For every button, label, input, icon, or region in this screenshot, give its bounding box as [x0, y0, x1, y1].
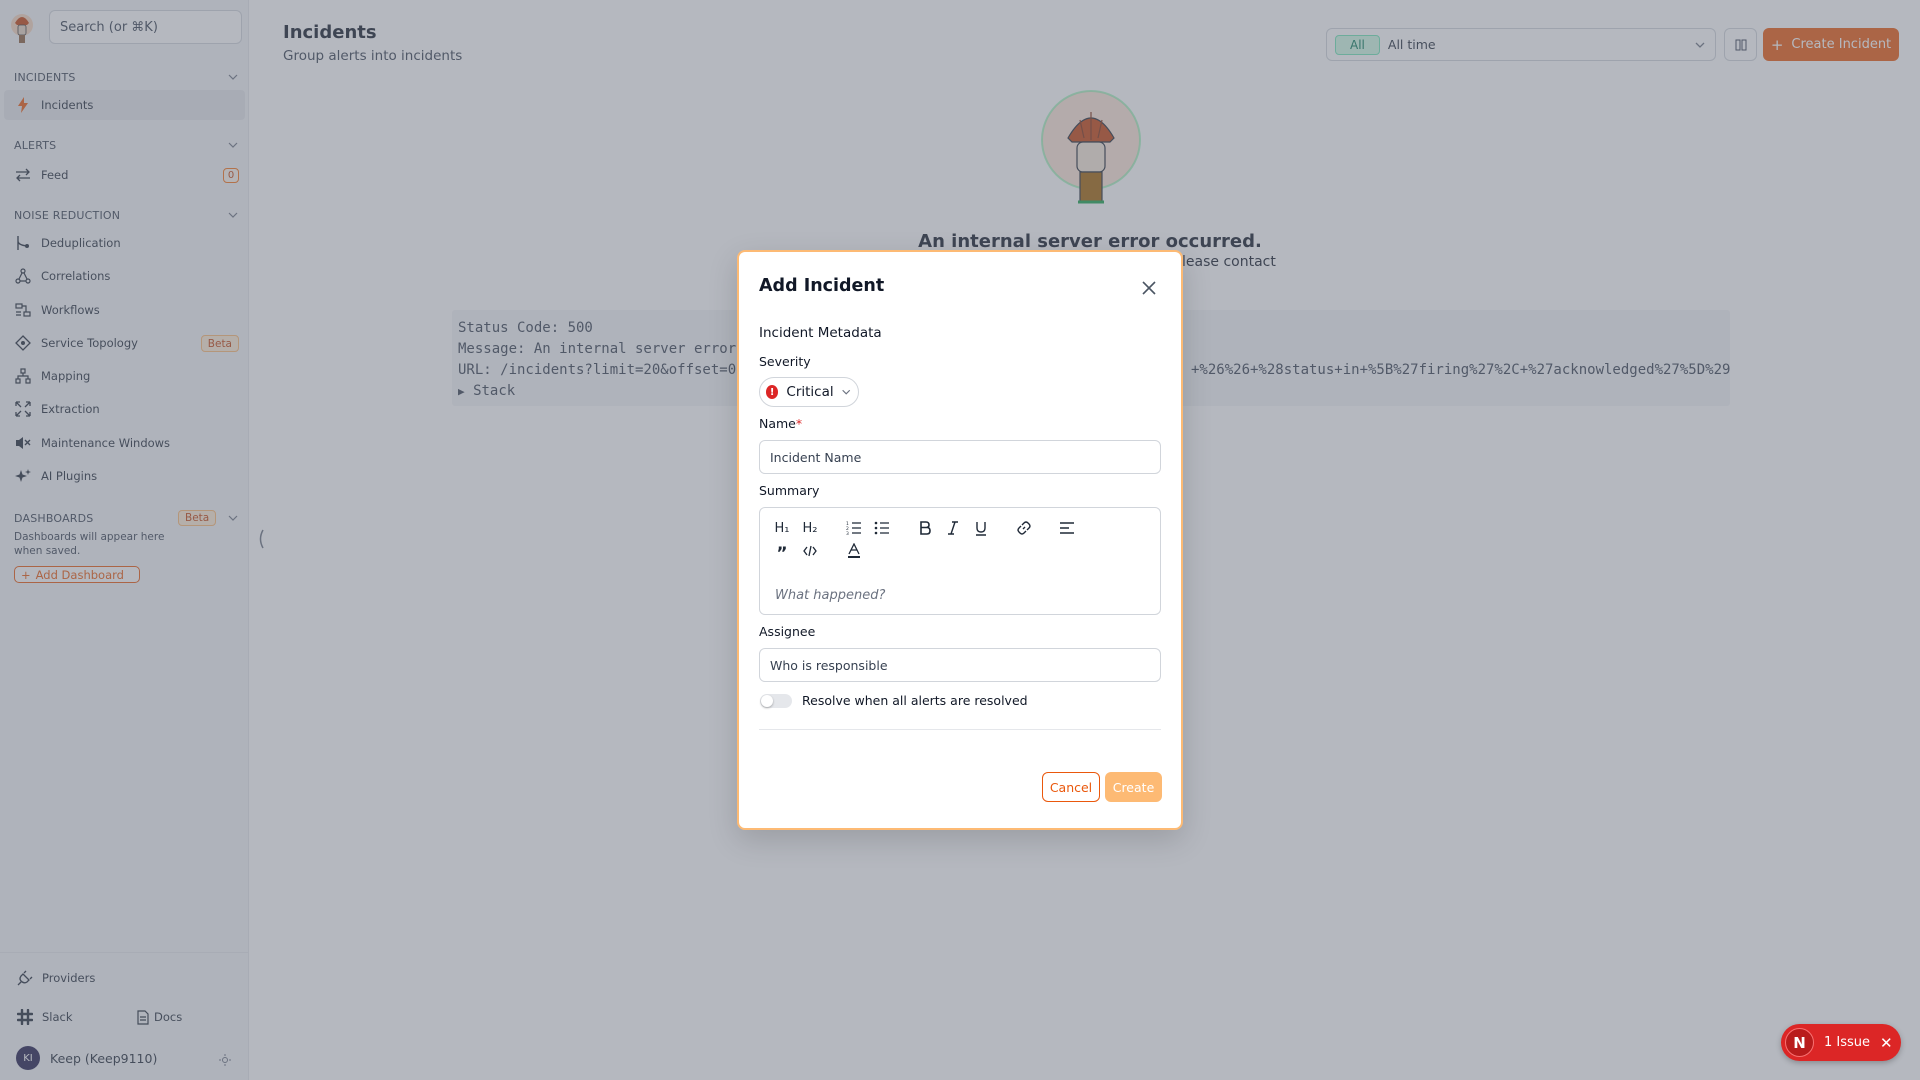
close-icon[interactable]: [1139, 278, 1159, 298]
quote-icon: ”: [776, 544, 788, 564]
close-icon[interactable]: ✕: [1880, 1034, 1893, 1052]
section-heading: Incident Metadata: [759, 325, 882, 341]
severity-select[interactable]: ! Critical: [759, 377, 859, 407]
code-icon: [803, 545, 817, 557]
underline-icon: [976, 521, 986, 536]
bullet-list-button[interactable]: [872, 518, 892, 538]
modal-title: Add Incident: [759, 276, 885, 296]
cancel-button[interactable]: Cancel: [1042, 772, 1100, 802]
bold-button[interactable]: [915, 518, 935, 538]
assignee-input[interactable]: Who is responsible: [759, 648, 1161, 682]
exclamation-circle-icon: !: [766, 385, 779, 399]
nextjs-logo-icon: N: [1785, 1028, 1814, 1057]
name-label-text: Name: [759, 416, 796, 431]
heading-2-button[interactable]: H₂: [800, 518, 820, 538]
underline-button[interactable]: [971, 518, 991, 538]
add-incident-modal: Add Incident Incident Metadata Severity …: [737, 250, 1183, 830]
code-button[interactable]: [800, 541, 820, 561]
issue-count-label: 1 Issue: [1824, 1035, 1871, 1050]
create-button[interactable]: Create: [1105, 772, 1162, 802]
toggle-knob: [761, 695, 773, 707]
required-marker: *: [795, 416, 803, 431]
blockquote-button[interactable]: ”: [772, 541, 792, 564]
resolve-toggle[interactable]: [760, 694, 792, 708]
incident-name-input[interactable]: Incident Name: [759, 440, 1161, 474]
text-color-button[interactable]: [844, 541, 864, 561]
summary-editor[interactable]: H₁ H₂ 123 ” What happened?: [759, 507, 1161, 615]
summary-placeholder: What happened?: [775, 588, 886, 603]
text-color-icon: [848, 543, 860, 558]
heading-1-icon: H₁: [774, 520, 790, 536]
summary-label: Summary: [759, 483, 820, 498]
ordered-list-icon: 123: [846, 521, 861, 535]
assignee-placeholder: Who is responsible: [770, 657, 888, 673]
heading-2-icon: H₂: [802, 520, 818, 536]
issue-toast[interactable]: N 1 Issue ✕: [1781, 1024, 1901, 1061]
chevron-down-icon: [841, 389, 850, 395]
bullet-list-icon: [874, 521, 889, 535]
align-button[interactable]: [1057, 518, 1077, 538]
resolve-toggle-label: Resolve when all alerts are resolved: [802, 693, 1028, 708]
incident-name-placeholder: Incident Name: [770, 449, 862, 465]
assignee-label: Assignee: [759, 624, 816, 639]
align-left-icon: [1060, 522, 1074, 534]
severity-value: Critical: [786, 384, 834, 400]
link-icon: [1017, 521, 1031, 535]
severity-label: Severity: [759, 354, 811, 369]
link-button[interactable]: [1014, 518, 1034, 538]
svg-text:3: 3: [846, 531, 849, 535]
heading-1-button[interactable]: H₁: [772, 518, 792, 538]
divider: [759, 729, 1161, 730]
italic-icon: [948, 521, 958, 535]
name-label: Name*: [759, 416, 802, 431]
italic-button[interactable]: [943, 518, 963, 538]
bold-icon: [920, 521, 931, 535]
ordered-list-button[interactable]: 123: [844, 518, 864, 538]
